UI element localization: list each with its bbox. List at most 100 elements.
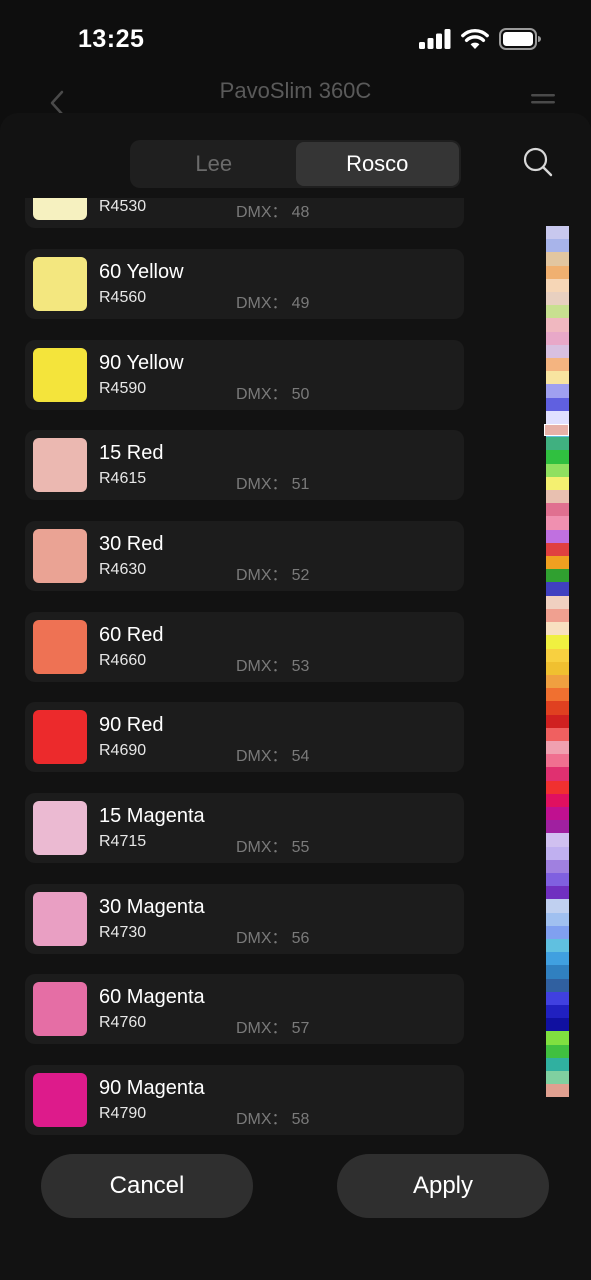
scrubber-color-band [546,899,569,913]
dmx-label: DMX： [236,748,288,765]
scrubber-color-band [546,806,569,821]
status-bar: 13:25 [0,0,591,80]
list-item[interactable]: 60 Yellow R4560 DMX： 49 [25,249,464,319]
tab-rosco[interactable]: Rosco [295,142,459,186]
scrubber-color-band [546,371,569,385]
scrubber-color-band [546,344,569,359]
scrubber-color-band [546,767,569,781]
list-item[interactable]: 15 Red R4615 DMX： 51 [25,430,464,500]
menu-icon [531,94,555,104]
color-swatch [33,710,87,764]
list-item[interactable]: 90 Magenta R4790 DMX： 58 [25,1065,464,1135]
scrubber-color-band [546,450,569,464]
dmx-value: 54 [291,748,310,765]
scrubber-color-band [546,529,569,543]
search-icon[interactable] [523,147,553,177]
item-code: R4690 [99,742,147,759]
scrubber-color-band [546,226,569,240]
item-code: R4530 [99,198,147,215]
dmx-value: 49 [291,295,310,312]
scrubber-color-band [546,1071,569,1085]
scrubber-color-band [546,1044,569,1058]
scrubber-color-band [546,740,569,755]
scrubber-color-band [546,556,569,570]
item-name: 90 Red [99,714,164,736]
scrubber-color-band [546,886,569,900]
scrubber-color-band [546,305,569,319]
color-swatch [33,198,87,220]
dmx-value: 48 [291,204,310,221]
scrubber-color-band [546,727,569,741]
dmx-label: DMX： [236,1111,288,1128]
apply-button[interactable]: Apply [337,1154,549,1218]
scrubber-color-band [546,859,569,873]
brand-segmented-control: Lee Rosco [130,140,461,188]
scrubber-color-band [546,648,569,662]
scrubber-color-band [546,476,569,491]
item-dmx: DMX： 53 [236,652,309,676]
scrubber-color-band [546,622,569,636]
scrubber-color-band [546,635,569,649]
dmx-label: DMX： [236,1020,288,1037]
color-index-scrubber[interactable] [546,226,569,1098]
color-swatch [33,257,87,311]
dmx-label: DMX： [236,295,288,312]
scrubber-color-band [546,1018,569,1032]
item-code: R4790 [99,1105,147,1122]
scrubber-color-band [546,674,569,689]
scrubber-color-band [546,780,569,794]
scrubber-color-band [546,358,569,372]
item-code: R4630 [99,561,147,578]
list-item[interactable]: R4530 DMX： 48 [25,198,464,228]
scrubber-color-band [546,938,569,953]
list-item[interactable]: 60 Magenta R4760 DMX： 57 [25,974,464,1044]
list-item[interactable]: 60 Red R4660 DMX： 53 [25,612,464,682]
dmx-label: DMX： [236,204,288,221]
color-swatch [33,982,87,1036]
item-name: 60 Magenta [99,986,205,1008]
tab-lee[interactable]: Lee [132,142,296,186]
dmx-value: 51 [291,476,310,493]
list-item[interactable]: 90 Yellow R4590 DMX： 50 [25,340,464,410]
dmx-value: 57 [291,1020,310,1037]
item-name: 15 Magenta [99,805,205,827]
scrubber-color-band [546,872,569,887]
dmx-label: DMX： [236,386,288,403]
scrubber-color-band [546,503,569,517]
list-item[interactable]: 30 Magenta R4730 DMX： 56 [25,884,464,954]
list-item[interactable]: 30 Red R4630 DMX： 52 [25,521,464,591]
item-dmx: DMX： 56 [236,924,309,948]
scrubber-position-marker[interactable] [544,424,569,436]
item-dmx: DMX： 48 [236,198,309,222]
color-swatch [33,620,87,674]
cancel-button[interactable]: Cancel [41,1154,253,1218]
scrubber-color-band [546,292,569,306]
scrubber-color-band [546,1031,569,1045]
item-dmx: DMX： 54 [236,742,309,766]
scrubber-color-band [546,397,569,411]
color-swatch [33,1073,87,1127]
status-icons [419,28,541,50]
scrubber-color-band [546,265,569,279]
item-name: 90 Magenta [99,1077,205,1099]
item-name: 60 Yellow [99,261,184,283]
scrubber-color-band [546,701,569,715]
scrubber-color-band [546,1057,569,1071]
list-item[interactable]: 15 Magenta R4715 DMX： 55 [25,793,464,863]
scrubber-color-band [546,595,569,609]
list-item[interactable]: 90 Red R4690 DMX： 54 [25,702,464,772]
scrubber-color-band [546,793,569,807]
scrubber-color-band [546,384,569,398]
color-swatch [33,529,87,583]
item-code: R4590 [99,380,147,397]
scrubber-color-band [546,846,569,860]
item-dmx: DMX： 57 [236,1014,309,1038]
gel-list: R4530 DMX： 48 60 Yellow R4560 DMX： 49 90 Y… [0,198,591,1138]
item-code: R4615 [99,470,147,487]
dmx-label: DMX： [236,476,288,493]
scrubber-color-band [546,661,569,675]
dmx-label: DMX： [236,567,288,584]
color-swatch [33,801,87,855]
scrubber-color-band [546,278,569,293]
scrubber-color-band [546,833,569,847]
